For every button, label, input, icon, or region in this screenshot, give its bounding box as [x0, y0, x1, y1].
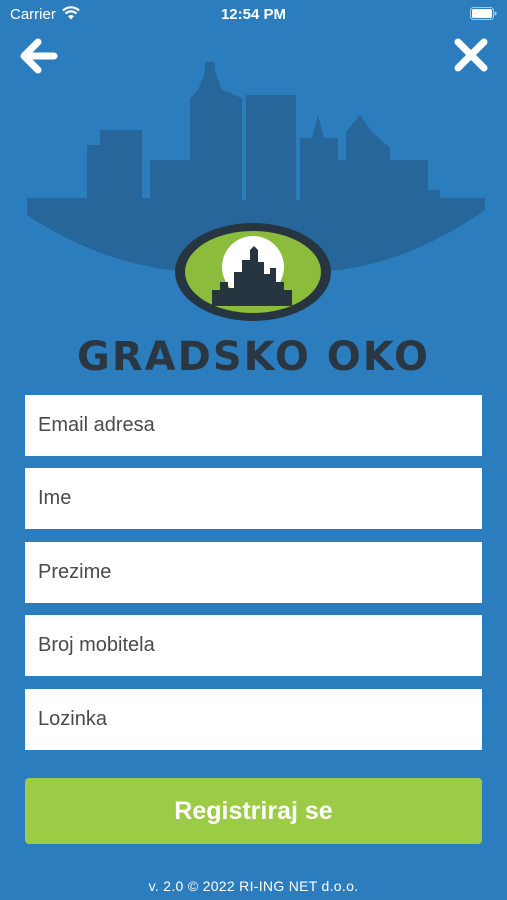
clock: 12:54 PM [220, 6, 287, 23]
password-field[interactable] [25, 689, 482, 750]
eye-graphic [175, 223, 331, 321]
email-field[interactable] [25, 395, 482, 456]
last-name-field[interactable] [25, 542, 482, 603]
first-name-field[interactable] [25, 468, 482, 529]
gradsko-oko-logo [27, 62, 485, 321]
status-bar: Carrier 12:54 PM [0, 0, 507, 28]
app-title: GRADSKO OKO [77, 334, 430, 380]
register-button[interactable]: Registriraj se [25, 778, 482, 844]
version-footer: v. 2.0 © 2022 RI-ING NET d.o.o. [148, 878, 359, 894]
phone-field[interactable] [25, 615, 482, 676]
battery-icon [470, 7, 497, 20]
